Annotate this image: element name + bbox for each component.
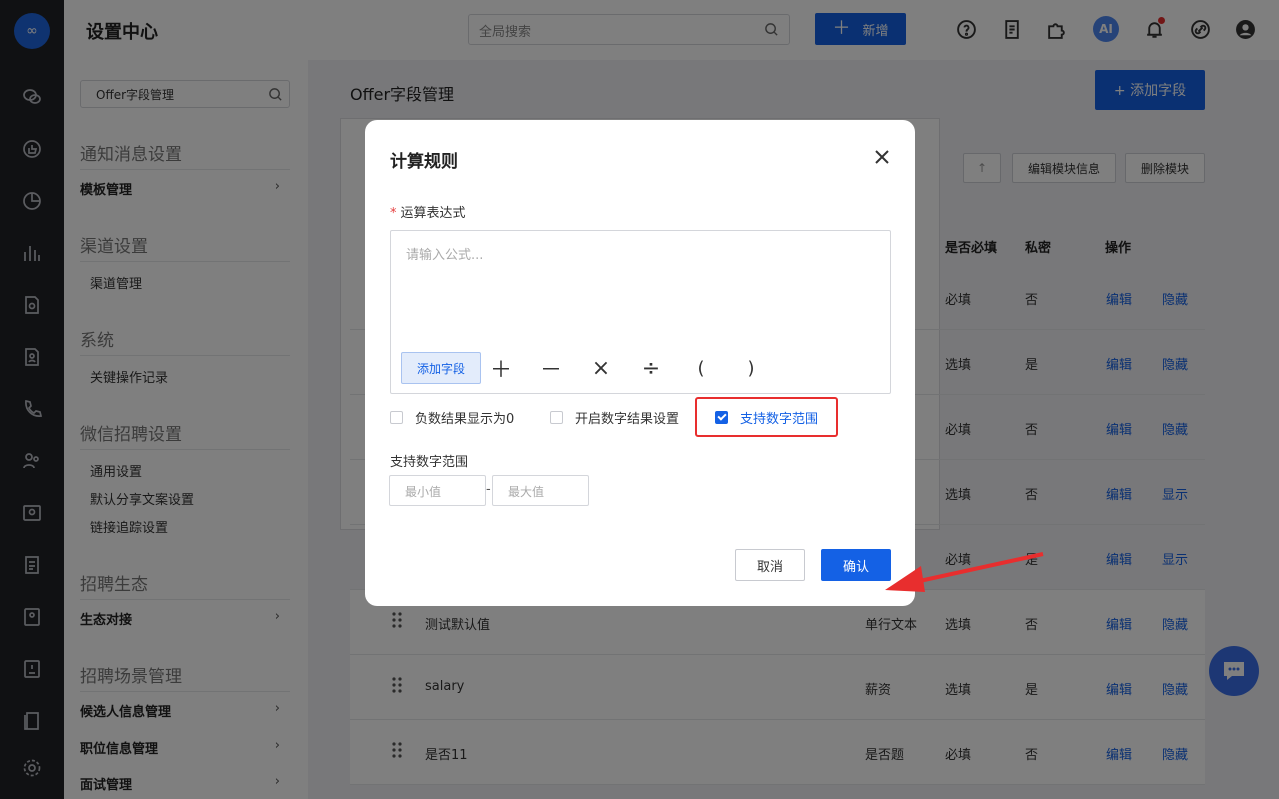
expression-label-text: 运算表达式 xyxy=(400,206,466,221)
checkbox-label: 负数结果显示为0 xyxy=(415,412,515,427)
required-mark: * xyxy=(390,206,397,221)
formula-placeholder: 请输入公式... xyxy=(406,248,484,263)
insert-field-button[interactable]: 添加字段 xyxy=(401,352,481,384)
close-icon[interactable] xyxy=(873,148,891,166)
operator-divide[interactable]: ÷ xyxy=(636,353,666,383)
cancel-button[interactable]: 取消 xyxy=(735,549,805,581)
max-value-input[interactable]: 最大值 xyxy=(492,475,589,506)
operator-plus[interactable]: ＋ xyxy=(486,353,516,383)
operator-open-paren[interactable]: ( xyxy=(686,353,716,383)
confirm-button[interactable]: 确认 xyxy=(821,549,891,581)
dialog-title: 计算规则 xyxy=(390,152,458,172)
number-result-checkbox[interactable]: 开启数字结果设置 xyxy=(550,408,679,427)
checkbox-label: 开启数字结果设置 xyxy=(575,412,680,427)
checkbox-box xyxy=(390,411,403,424)
formula-input[interactable]: 请输入公式... 添加字段 ＋ － × ÷ ( ) xyxy=(390,230,891,394)
operator-multiply[interactable]: × xyxy=(586,353,616,383)
expression-label: * 运算表达式 xyxy=(390,202,466,221)
calc-rule-dialog: 计算规则 * 运算表达式 请输入公式... 添加字段 ＋ － × ÷ ( ) 负数… xyxy=(365,120,1044,606)
operator-close-paren[interactable]: ) xyxy=(736,353,766,383)
checkbox-box xyxy=(550,411,563,424)
annotation-arrow-icon xyxy=(885,552,1044,592)
range-label: 支持数字范围 xyxy=(390,455,469,470)
annotation-highlight-box xyxy=(695,397,838,437)
operator-minus[interactable]: － xyxy=(536,353,566,383)
min-value-input[interactable]: 最小值 xyxy=(389,475,486,506)
negative-zero-checkbox[interactable]: 负数结果显示为0 xyxy=(390,408,514,427)
range-separator: - xyxy=(486,482,491,497)
